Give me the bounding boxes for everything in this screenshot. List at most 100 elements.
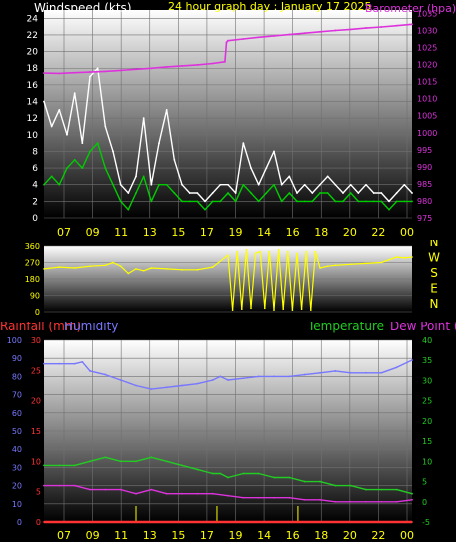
humidity-point: [257, 375, 260, 378]
dew-point-point: [58, 484, 61, 487]
gust-point: [273, 150, 275, 153]
average-point: [158, 183, 160, 186]
direction-point: [403, 257, 406, 259]
temperature-humidity-panel: 0102030405060708090100051015202530-50510…: [0, 322, 456, 542]
average-point: [334, 200, 337, 203]
y2-tick-label: 995: [417, 146, 432, 155]
gust-point: [311, 192, 314, 194]
gust-point: [411, 192, 413, 194]
temp-tick-label: 20: [422, 417, 432, 426]
temperature-point: [73, 464, 76, 467]
temperature-point: [150, 456, 153, 459]
rainfall-point: [43, 521, 45, 523]
y-tick-label: 270: [25, 259, 40, 268]
average-point: [127, 208, 130, 211]
x-tick-label: 17: [200, 226, 214, 239]
gust-point: [257, 183, 260, 186]
direction-point: [334, 264, 337, 267]
humidity-tick-label: 80: [12, 372, 22, 381]
gust-point: [303, 183, 306, 186]
gust-point: [127, 192, 130, 194]
barometer-point: [104, 70, 107, 73]
direction-point: [310, 309, 312, 311]
direction-point: [150, 267, 153, 269]
dew-point-point: [319, 498, 321, 501]
gust-point: [196, 192, 199, 194]
gust-point: [380, 192, 383, 194]
temperature-point: [104, 456, 107, 459]
gust-point: [204, 200, 206, 203]
average-point: [112, 183, 114, 186]
temperature-point: [227, 476, 229, 479]
rain-tick-label: 5: [36, 488, 41, 497]
average-point: [288, 192, 291, 194]
direction-point: [104, 264, 107, 267]
direction-point: [241, 308, 243, 311]
dew-point-point: [365, 500, 367, 503]
y-tick-label: 0: [32, 214, 38, 224]
gust-point: [89, 75, 91, 78]
gust-point: [234, 192, 237, 194]
temp-tick-label: 0: [422, 498, 427, 507]
temperature-point: [219, 472, 222, 475]
average-point: [395, 200, 398, 203]
temperature-point: [181, 464, 183, 467]
humidity-point: [288, 375, 291, 378]
temp-tick-label: 40: [422, 336, 432, 345]
gust-point: [296, 192, 298, 194]
humidity-point: [349, 371, 352, 374]
humidity-point: [334, 370, 337, 372]
average-point: [365, 200, 367, 203]
barometer-point: [119, 69, 122, 72]
barometer-point: [411, 23, 413, 26]
barometer-point: [225, 41, 228, 44]
average-point: [211, 200, 214, 203]
dew-point-point: [135, 492, 137, 495]
average-point: [165, 183, 168, 186]
humidity-point: [242, 377, 245, 380]
temp-tick-label: -5: [422, 518, 430, 527]
humidity-point: [227, 379, 229, 381]
gust-point: [181, 183, 183, 186]
dew-point-point: [119, 488, 122, 491]
average-point: [250, 192, 252, 194]
compass-label: E: [430, 282, 438, 296]
x-tick-label: 18: [314, 226, 328, 239]
average-point: [349, 192, 352, 194]
direction-point: [211, 266, 214, 268]
y-tick-label: 2: [32, 197, 38, 207]
gust-point: [43, 100, 45, 103]
temperature-point: [365, 488, 367, 491]
barometer-point: [43, 72, 45, 74]
x-tick-label: 20: [343, 529, 357, 542]
gust-point: [50, 125, 53, 128]
y-tick-label: 0: [35, 308, 40, 317]
gust-point: [158, 142, 160, 145]
average-point: [227, 192, 229, 194]
rain-tick-label: 15: [31, 427, 41, 436]
temperature-point: [135, 460, 137, 463]
gust-point: [242, 142, 245, 145]
temperature-point: [395, 488, 398, 491]
wind-direction-panel: 090180270360 NWSEN: [25, 240, 440, 317]
humidity-point: [219, 375, 222, 378]
y-tick-label: 4: [32, 181, 38, 191]
average-point: [411, 200, 413, 203]
barometer-point: [257, 36, 260, 39]
barometer-point: [211, 62, 214, 65]
dew-point-point: [211, 492, 214, 495]
gust-point: [357, 192, 360, 194]
average-point: [372, 200, 375, 203]
y-tick-label: 24: [27, 14, 39, 24]
humidity-point: [104, 373, 107, 376]
temp-tick-label: 25: [422, 397, 432, 406]
dew-point-point: [349, 500, 352, 503]
dewpoint-axis-title: Dew Point (c): [390, 322, 456, 333]
humidity-point: [319, 371, 321, 374]
y-tick-label: 360: [25, 242, 40, 251]
temperature-point: [411, 492, 413, 495]
temperature-point: [89, 460, 91, 463]
barometer-point: [150, 67, 153, 70]
temp-tick-label: 15: [422, 437, 432, 446]
direction-point: [135, 268, 137, 270]
